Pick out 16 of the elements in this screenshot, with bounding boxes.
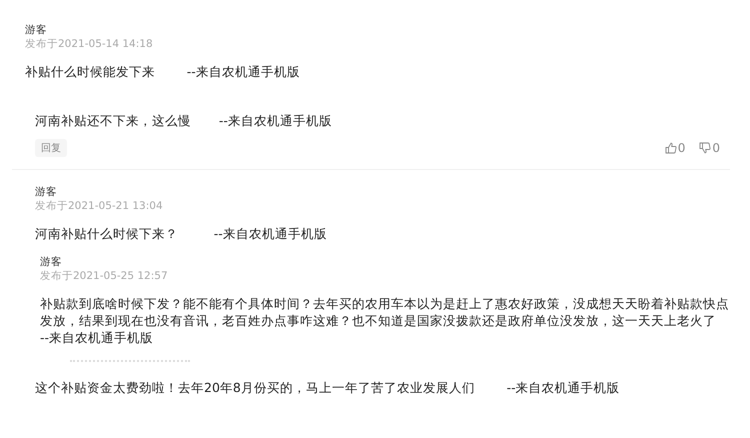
thumbs-up-icon (664, 142, 677, 154)
timestamp: 发布于2021-05-14 14:18 (25, 37, 153, 51)
reply-button[interactable]: 回复 (35, 139, 67, 157)
comment-text: 河南补贴还不下来，这么慢 --来自农机通手机版 (35, 112, 332, 129)
username: 游客 (40, 256, 62, 269)
timestamp: 发布于2021-05-25 12:57 (40, 269, 168, 283)
username: 游客 (35, 186, 57, 199)
username: 游客 (25, 24, 47, 37)
like-button[interactable]: 0 (664, 141, 686, 155)
comment-text: 河南补贴什么时候下来？ --来自农机通手机版 (35, 225, 327, 242)
timestamp: 发布于2021-05-21 13:04 (35, 199, 163, 213)
thumbs-down-icon (699, 142, 712, 154)
comment-text: 补贴款到底啥时候下发？能不能有个具体时间？去年买的农用车本以为是赶上了惠农好政策，没成想天天盼着补贴款快点发放，结果到现在也没有音讯，老百姓办点事咋这难？也不知道是国家没拨款还是政府单位没发放，这一天天上老火了 --来自农机通手机版 (40, 295, 730, 346)
dislike-button[interactable]: 0 (699, 141, 720, 155)
comment-text: 补贴什么时候能发下来 --来自农机通手机版 (25, 63, 300, 80)
comment-text: 这个补贴资金太费劲啦！去年20年8月份买的，马上一年了苦了农业发展人们 --来自农机通手机版 (35, 379, 620, 396)
